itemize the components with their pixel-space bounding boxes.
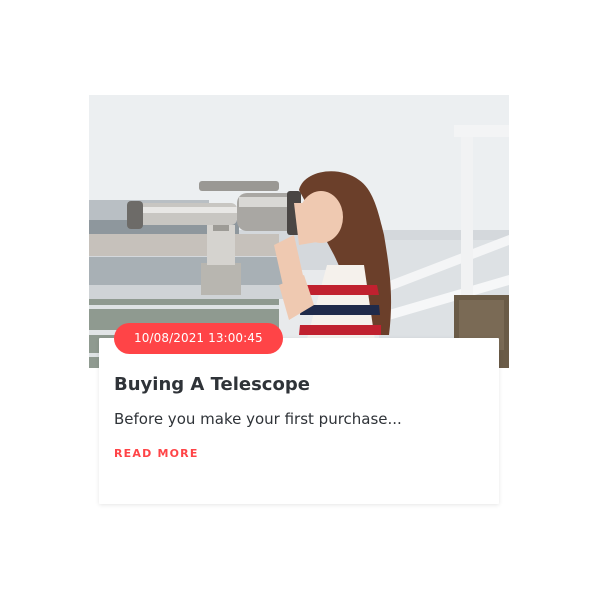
post-date-badge: 10/08/2021 13:00:45: [114, 323, 283, 354]
read-more-link[interactable]: READ MORE: [114, 446, 199, 462]
post-excerpt: Before you make your first purchase...: [114, 410, 402, 428]
post-title[interactable]: Buying A Telescope: [114, 373, 310, 397]
page: 10/08/2021 13:00:45 Buying A Telescope B…: [0, 0, 600, 600]
